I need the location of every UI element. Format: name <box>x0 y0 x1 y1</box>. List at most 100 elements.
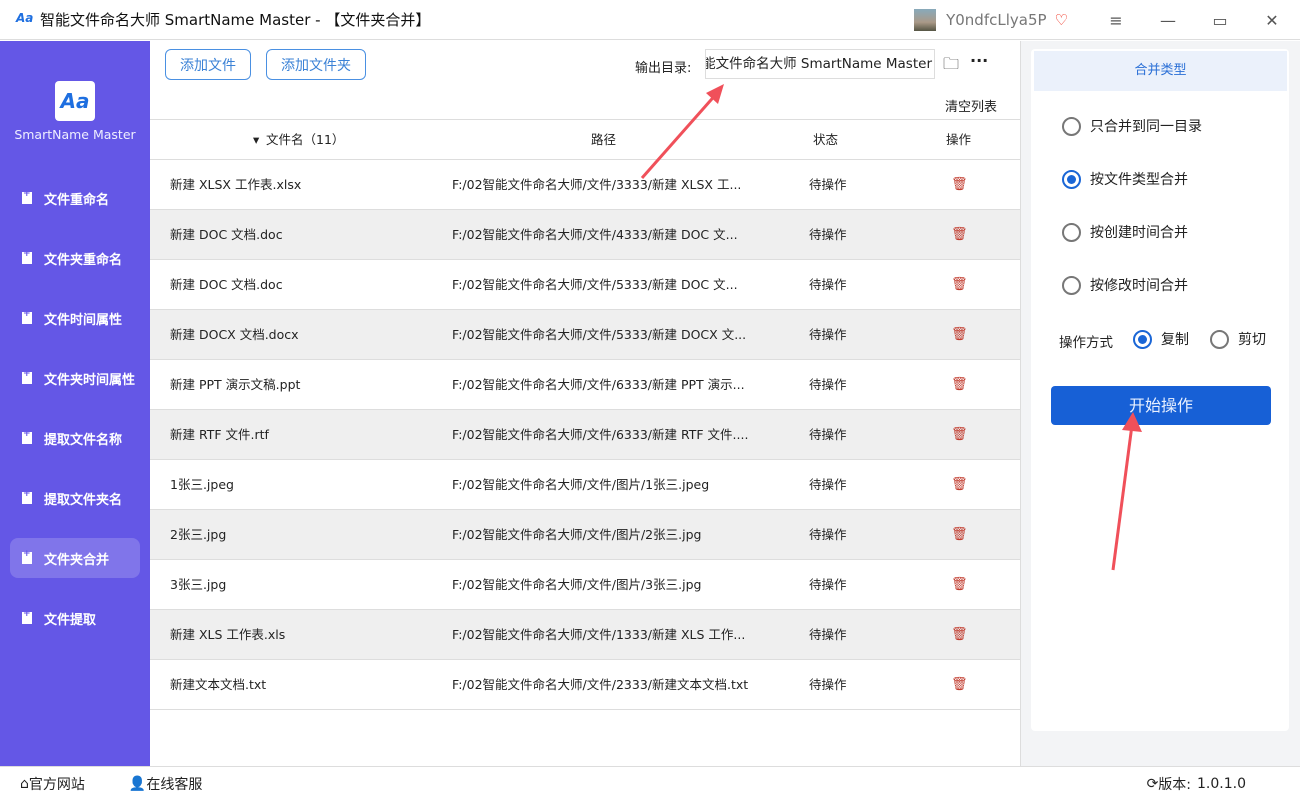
merge-type-option[interactable]: 只合并到同一目录 <box>1062 116 1202 136</box>
table-row[interactable]: 新建 DOC 文档.doc F:/02智能文件命名大师/文件/4333/新建 D… <box>150 210 1020 260</box>
app-logo-icon: Aa <box>16 10 34 25</box>
folder-open-icon[interactable]: 🗀 <box>943 53 959 80</box>
username[interactable]: Y0ndfcLlya5P <box>946 11 1046 29</box>
delete-icon[interactable]: 🗑 <box>951 410 968 460</box>
merge-type-option[interactable]: 按修改时间合并 <box>1062 275 1188 295</box>
merge-type-option[interactable]: 按文件类型合并 <box>1062 169 1188 189</box>
sidebar: Aa SmartName Master 文件重命名文件夹重命名文件时间属性文件夹… <box>0 41 150 766</box>
delete-icon[interactable]: 🗑 <box>951 660 968 710</box>
table-row[interactable]: 新建 XLSX 工作表.xlsx F:/02智能文件命名大师/文件/3333/新… <box>150 160 1020 210</box>
table-row[interactable]: 2张三.jpg F:/02智能文件命名大师/文件/图片/2张三.jpg 待操作 … <box>150 510 1020 560</box>
vip-icon[interactable]: ♡ <box>1055 11 1068 29</box>
file-name: 1张三.jpeg <box>170 477 234 492</box>
table-row[interactable]: 新建 PPT 演示文稿.ppt F:/02智能文件命名大师/文件/6333/新建… <box>150 360 1020 410</box>
table-row[interactable]: 新建文本文档.txt F:/02智能文件命名大师/文件/2333/新建文本文档.… <box>150 660 1020 710</box>
minimize-button[interactable]: — <box>1144 11 1192 30</box>
table-row[interactable]: 新建 XLS 工作表.xls F:/02智能文件命名大师/文件/1333/新建 … <box>150 610 1020 660</box>
sidebar-item-label: 文件提取 <box>44 612 97 628</box>
sidebar-item-label: 文件重命名 <box>44 192 110 208</box>
sidebar-item[interactable]: 提取文件名称 <box>10 418 140 458</box>
file-status: 待操作 <box>809 527 847 542</box>
table-row[interactable]: 新建 RTF 文件.rtf F:/02智能文件命名大师/文件/6333/新建 R… <box>150 410 1020 460</box>
option-label: 按创建时间合并 <box>1090 225 1188 241</box>
start-button[interactable]: 开始操作 <box>1051 386 1271 425</box>
table-row[interactable]: 新建 DOC 文档.doc F:/02智能文件命名大师/文件/5333/新建 D… <box>150 260 1020 310</box>
website-link[interactable]: 官方网站 <box>29 774 85 794</box>
sidebar-item-label: 文件夹合并 <box>44 552 110 568</box>
add-file-button[interactable]: 添加文件 <box>165 49 251 80</box>
user-avatar[interactable] <box>914 9 937 31</box>
sidebar-item[interactable]: 文件夹合并 <box>10 538 140 578</box>
clear-list-button[interactable]: 清空列表 <box>945 96 997 115</box>
table-row[interactable]: 1张三.jpeg F:/02智能文件命名大师/文件/图片/1张三.jpeg 待操… <box>150 460 1020 510</box>
file-icon <box>22 609 32 624</box>
file-name: 3张三.jpg <box>170 577 227 592</box>
delete-icon[interactable]: 🗑 <box>951 160 968 210</box>
merge-type-option[interactable]: 按创建时间合并 <box>1062 222 1188 242</box>
radio-icon[interactable] <box>1133 329 1152 349</box>
sidebar-item-label: 提取文件名称 <box>44 432 123 448</box>
app-logo: Aa <box>55 81 95 121</box>
radio-icon[interactable] <box>1062 116 1081 136</box>
sidebar-item[interactable]: 文件夹时间属性 <box>10 358 140 398</box>
main-area: 添加文件 添加文件夹 输出目录: 智能文件命名大师 SmartName Mast… <box>150 41 1020 766</box>
menu-icon[interactable]: ≡ <box>1092 11 1140 30</box>
file-path: F:/02智能文件命名大师/文件/图片/3张三.jpg <box>452 577 702 592</box>
table-row[interactable]: 新建 DOCX 文档.docx F:/02智能文件命名大师/文件/5333/新建… <box>150 310 1020 360</box>
app-name: SmartName Master <box>14 127 136 142</box>
mode-option[interactable]: 复制 <box>1133 329 1189 349</box>
window-title: 智能文件命名大师 SmartName Master - 【文件夹合并】 <box>40 11 431 29</box>
radio-icon[interactable] <box>1210 329 1229 349</box>
file-icon <box>22 549 32 564</box>
file-status: 待操作 <box>809 377 847 392</box>
file-name: 新建文本文档.txt <box>170 677 267 692</box>
sidebar-item[interactable]: 提取文件夹名 <box>10 478 140 518</box>
radio-icon[interactable] <box>1062 275 1081 295</box>
sidebar-item[interactable]: 文件提取 <box>10 598 140 638</box>
mode-label: 操作方式 <box>1059 335 1113 351</box>
file-icon <box>22 489 32 504</box>
file-icon <box>22 309 32 324</box>
table-row[interactable]: 3张三.jpg F:/02智能文件命名大师/文件/图片/3张三.jpg 待操作 … <box>150 560 1020 610</box>
options-panel: 合并类型 只合并到同一目录 按文件类型合并 按创建时间合并 按修改时间合并 操作方式 … <box>1020 41 1300 766</box>
radio-icon[interactable] <box>1062 169 1081 189</box>
delete-icon[interactable]: 🗑 <box>951 610 968 660</box>
version-value: 1.0.1.0 <box>1197 775 1246 792</box>
delete-icon[interactable]: 🗑 <box>951 260 968 310</box>
sidebar-item[interactable]: 文件时间属性 <box>10 298 140 338</box>
col-filename[interactable]: 文件名（11） <box>266 120 344 160</box>
delete-icon[interactable]: 🗑 <box>951 360 968 410</box>
add-folder-button[interactable]: 添加文件夹 <box>266 49 366 80</box>
sidebar-item-label: 提取文件夹名 <box>44 492 123 508</box>
file-status: 待操作 <box>809 327 847 342</box>
output-dir-input[interactable]: 智能文件命名大师 SmartName Master <box>705 49 935 79</box>
sidebar-item-label: 文件夹时间属性 <box>44 372 136 388</box>
title-bar: Aa 智能文件命名大师 SmartName Master - 【文件夹合并】 Y… <box>0 0 1300 40</box>
support-link[interactable]: 在线客服 <box>146 774 202 794</box>
delete-icon[interactable]: 🗑 <box>951 310 968 360</box>
file-path: F:/02智能文件命名大师/文件/6333/新建 PPT 演示... <box>452 377 745 392</box>
file-status: 待操作 <box>809 227 847 242</box>
file-name: 新建 PPT 演示文稿.ppt <box>170 377 301 392</box>
file-path: F:/02智能文件命名大师/文件/5333/新建 DOC 文... <box>452 277 738 292</box>
file-icon <box>22 249 32 264</box>
file-path: F:/02智能文件命名大师/文件/图片/1张三.jpeg <box>452 477 710 492</box>
delete-icon[interactable]: 🗑 <box>951 210 968 260</box>
delete-icon[interactable]: 🗑 <box>951 560 968 610</box>
radio-icon[interactable] <box>1062 222 1081 242</box>
more-icon[interactable]: ··· <box>970 51 988 70</box>
sidebar-item[interactable]: 文件重命名 <box>10 178 140 218</box>
option-label: 按文件类型合并 <box>1090 172 1188 188</box>
close-button[interactable]: ✕ <box>1248 11 1296 30</box>
delete-icon[interactable]: 🗑 <box>951 510 968 560</box>
delete-icon[interactable]: 🗑 <box>951 460 968 510</box>
col-action: 操作 <box>946 132 972 147</box>
mode-option-label: 剪切 <box>1238 332 1266 348</box>
file-name: 新建 RTF 文件.rtf <box>170 427 269 442</box>
sort-desc-icon[interactable]: ▾ <box>253 120 259 160</box>
sidebar-item[interactable]: 文件夹重命名 <box>10 238 140 278</box>
mode-option[interactable]: 剪切 <box>1210 329 1266 349</box>
maximize-button[interactable]: ▭ <box>1196 11 1244 30</box>
file-name: 新建 XLSX 工作表.xlsx <box>170 177 302 192</box>
file-path: F:/02智能文件命名大师/文件/2333/新建文本文档.txt <box>452 677 749 692</box>
